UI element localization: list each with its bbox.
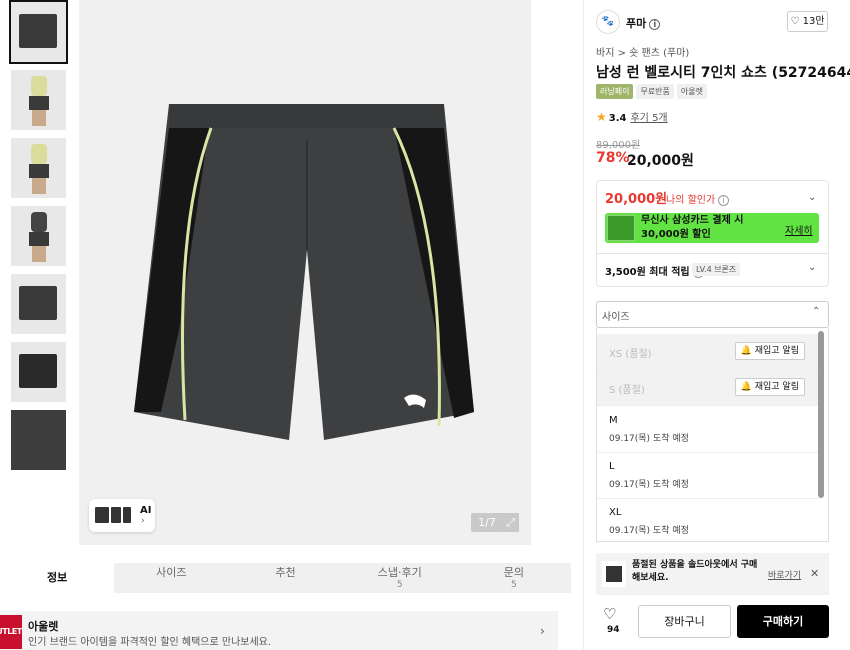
thumbnail-2[interactable] bbox=[11, 70, 66, 130]
card-promo-image bbox=[607, 215, 635, 241]
thumbnail-4[interactable] bbox=[11, 206, 66, 266]
restock-alert-button[interactable]: 🔔 재입고 알림 bbox=[734, 342, 805, 360]
breadcrumb[interactable]: 바지 > 숏 팬츠 (푸마) bbox=[596, 44, 689, 59]
heart-icon: ♡ bbox=[790, 16, 800, 27]
badge-free-return: 무료반품 bbox=[636, 84, 674, 99]
soldout-product-image bbox=[602, 561, 626, 587]
size-option-m[interactable]: M 09.17(목) 도착 예정 bbox=[597, 406, 819, 453]
tab-recommend[interactable]: 추천 bbox=[228, 563, 343, 593]
brand-name[interactable]: 푸마 i bbox=[626, 15, 661, 31]
thumbnail-1[interactable] bbox=[9, 0, 68, 64]
like-count: 94 bbox=[607, 625, 620, 635]
chevron-down-icon[interactable]: ⌄ bbox=[808, 262, 816, 273]
add-to-cart-button[interactable]: 장바구니 bbox=[638, 605, 731, 638]
size-option-xl[interactable]: XL 09.17(목) 도착 예정 bbox=[597, 499, 819, 541]
points-info: 3,500원 최대 적립i bbox=[605, 263, 704, 278]
review-link[interactable]: 후기 5개 bbox=[630, 113, 667, 124]
size-option-xs[interactable]: XS (품절) 🔔 재입고 알림 bbox=[597, 334, 819, 370]
thumbnail-list bbox=[9, 0, 68, 478]
image-counter: 1/7 bbox=[471, 513, 503, 532]
soldout-link[interactable]: 바로가기 bbox=[768, 568, 801, 581]
info-icon[interactable]: i bbox=[718, 195, 730, 206]
chevron-right-icon: › bbox=[540, 624, 545, 638]
bell-icon: 🔔 bbox=[740, 346, 752, 356]
tab-info[interactable]: 정보 bbox=[0, 563, 115, 593]
brand-logo[interactable]: 🐾 bbox=[596, 10, 620, 34]
card-promo-text: 무신사 삼성카드 결제 시 30,000원 할인 bbox=[641, 215, 744, 240]
restock-alert-button[interactable]: 🔔 재입고 알림 bbox=[734, 378, 805, 396]
chevron-right-icon: › bbox=[141, 516, 145, 526]
bell-icon: 🔔 bbox=[740, 382, 752, 392]
product-title: 남성 런 벨로시티 7인치 쇼츠 (52724644) bbox=[596, 65, 850, 81]
my-discount-price: 20,000원 bbox=[605, 192, 668, 207]
product-badges: 러닝페이 무료반품 아울렛 bbox=[596, 84, 707, 99]
badge-outlet: 아울렛 bbox=[676, 84, 707, 99]
outlet-description: 인기 브랜드 아이템을 파격적인 할인 혜택으로 만나보세요. bbox=[28, 637, 272, 648]
close-icon[interactable]: ✕ bbox=[810, 567, 819, 580]
chevron-down-icon[interactable]: ⌄ bbox=[808, 192, 816, 203]
tab-qna[interactable]: 문의 5 bbox=[456, 563, 572, 593]
shorts-illustration bbox=[134, 104, 474, 440]
promo-detail-link[interactable]: 자세히 bbox=[785, 222, 813, 237]
sale-price: 20,000원 bbox=[627, 153, 694, 169]
discount-rate: 78% bbox=[596, 150, 630, 166]
soldout-text: 품절된 상품을 솔드아웃에서 구매해보세요. bbox=[632, 560, 758, 583]
divider bbox=[596, 253, 829, 254]
size-select-label: 사이즈 bbox=[602, 312, 630, 323]
original-price: 89,000원 bbox=[596, 140, 641, 151]
tab-size[interactable]: 사이즈 bbox=[114, 563, 229, 593]
size-options-list: XS (품절) 🔔 재입고 알림 S (품절) 🔔 재입고 알림 M 09.17… bbox=[596, 328, 829, 542]
size-list-scrollbar[interactable] bbox=[818, 331, 824, 498]
expand-icon[interactable]: ⤢ bbox=[502, 513, 519, 532]
badge-running: 러닝페이 bbox=[596, 84, 634, 99]
rating: ★ 3.4 후기 5개 bbox=[596, 110, 668, 124]
info-icon[interactable]: i bbox=[649, 19, 661, 30]
thumbnail-7[interactable] bbox=[11, 410, 66, 470]
member-level-badge: LV.4 브론즈 bbox=[692, 263, 741, 276]
brand-like-button[interactable]: ♡ 13만 bbox=[787, 11, 828, 32]
my-discount-label: 나의 할인가 i bbox=[666, 191, 730, 206]
size-option-l[interactable]: L 09.17(목) 도착 예정 bbox=[597, 453, 819, 499]
chevron-up-icon[interactable]: ⌃ bbox=[812, 306, 820, 317]
star-icon: ★ bbox=[596, 110, 607, 124]
heart-icon[interactable]: ♡ bbox=[603, 605, 616, 623]
buy-now-button[interactable]: 구매하기 bbox=[737, 605, 829, 638]
outlet-title: 아울렛 bbox=[28, 620, 59, 633]
thumbnail-6[interactable] bbox=[11, 342, 66, 402]
panel-divider bbox=[583, 0, 584, 650]
ai-label: AI bbox=[140, 505, 152, 516]
outlet-logo: UTLET bbox=[0, 615, 22, 649]
thumbnail-3[interactable] bbox=[11, 138, 66, 198]
tab-snap-review[interactable]: 스냅·후기 5 bbox=[342, 563, 457, 593]
size-option-s[interactable]: S (품절) 🔔 재입고 알림 bbox=[597, 370, 819, 406]
thumbnail-5[interactable] bbox=[11, 274, 66, 334]
product-tabs: 정보 사이즈 추천 스냅·후기 5 문의 5 bbox=[0, 563, 572, 593]
size-select[interactable] bbox=[596, 301, 829, 328]
main-product-image[interactable] bbox=[79, 0, 531, 545]
